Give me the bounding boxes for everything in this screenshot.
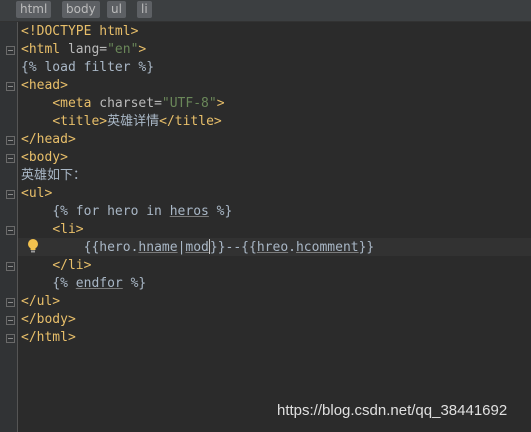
code-line[interactable]: <head> xyxy=(21,77,68,95)
lang-attr: lang= xyxy=(67,42,108,57)
fold-marker-icon[interactable] xyxy=(6,316,15,325)
expression-dot: . xyxy=(288,240,296,255)
breadcrumb-item-body[interactable]: body xyxy=(62,1,100,18)
charset-attr: charset= xyxy=(99,96,162,111)
expression-close: }} xyxy=(358,240,375,255)
code-line[interactable]: </head> xyxy=(21,131,76,149)
endfor-tag-end: %} xyxy=(122,276,147,291)
breadcrumb: html body ul li xyxy=(0,0,531,22)
code-line[interactable]: </body> xyxy=(21,311,76,329)
heroes-text: 英雄如下： xyxy=(21,168,87,183)
fold-marker-icon[interactable] xyxy=(6,154,15,163)
fold-marker-icon[interactable] xyxy=(6,190,15,199)
body-close-tag: </body> xyxy=(21,312,76,327)
fold-marker-icon[interactable] xyxy=(6,46,15,55)
ul-close-tag: </ul> xyxy=(21,294,61,309)
code-line-current[interactable]: {{hero.hname|mod}}--{{hreo.hcomment}} xyxy=(21,239,374,257)
for-tag: {% for hero in xyxy=(52,204,170,219)
expression-object: hreo xyxy=(256,240,289,255)
charset-value: "UTF-8" xyxy=(161,96,217,111)
ul-open-tag: <ul> xyxy=(21,186,53,201)
code-line[interactable]: {% endfor %} xyxy=(21,275,146,293)
breadcrumb-item-li[interactable]: li xyxy=(137,1,152,18)
load-filter-tag: {% load filter %} xyxy=(21,60,155,75)
code-line[interactable]: 英雄如下： xyxy=(21,167,86,185)
code-line[interactable]: <li> xyxy=(21,221,84,239)
tag-bracket: > xyxy=(138,42,147,57)
code-line[interactable]: {% for hero in heros %} xyxy=(21,203,232,221)
code-line[interactable]: {% load filter %} xyxy=(21,59,154,77)
code-line[interactable]: <ul> xyxy=(21,185,52,203)
for-tag-end: %} xyxy=(208,204,233,219)
watermark-url: https://blog.csdn.net/qq_38441692 xyxy=(277,402,508,419)
html-close-tag: </html> xyxy=(21,330,76,345)
head-open-tag: <head> xyxy=(21,78,68,93)
code-line[interactable]: <meta charset="UTF-8"> xyxy=(21,95,225,113)
expression-field: hcomment xyxy=(295,240,359,255)
html-open-tag: <html xyxy=(21,42,68,57)
title-close-tag: </title> xyxy=(159,114,222,129)
fold-marker-icon[interactable] xyxy=(6,136,15,145)
breadcrumb-item-ul[interactable]: ul xyxy=(107,1,126,18)
filter-name: mod xyxy=(185,240,209,255)
lightbulb-icon[interactable] xyxy=(27,238,39,254)
code-line[interactable]: <html lang="en"> xyxy=(21,41,146,59)
title-open-tag: <title> xyxy=(52,114,108,129)
code-line[interactable]: <body> xyxy=(21,149,68,167)
endfor-keyword: endfor xyxy=(75,276,123,291)
meta-tag: <meta xyxy=(52,96,100,111)
fold-marker-icon[interactable] xyxy=(6,82,15,91)
endfor-tag: {% xyxy=(52,276,76,291)
fold-marker-icon[interactable] xyxy=(6,334,15,343)
code-line[interactable]: </ul> xyxy=(21,293,60,311)
expression-field: hname xyxy=(138,240,178,255)
breadcrumb-item-html[interactable]: html xyxy=(16,1,52,18)
li-close-tag: </li> xyxy=(52,258,92,273)
lang-value: "en" xyxy=(107,42,139,57)
fold-marker-icon[interactable] xyxy=(6,262,15,271)
doctype: <!DOCTYPE html> xyxy=(21,24,139,39)
fold-marker-icon[interactable] xyxy=(6,226,15,235)
gutter-divider xyxy=(17,22,18,432)
code-line[interactable]: <!DOCTYPE html> xyxy=(21,23,138,41)
title-text: 英雄详情 xyxy=(107,114,160,129)
body-open-tag: <body> xyxy=(21,150,68,165)
expression-separator: }}--{{ xyxy=(209,240,257,255)
code-line[interactable]: <title>英雄详情</title> xyxy=(21,113,222,131)
code-line[interactable]: </html> xyxy=(21,329,76,347)
head-close-tag: </head> xyxy=(21,132,76,147)
code-line[interactable]: </li> xyxy=(21,257,91,275)
li-open-tag: <li> xyxy=(52,222,84,237)
for-variable: heros xyxy=(169,204,209,219)
tag-bracket: > xyxy=(216,96,225,111)
fold-marker-icon[interactable] xyxy=(6,298,15,307)
expression: {{hero. xyxy=(83,240,139,255)
